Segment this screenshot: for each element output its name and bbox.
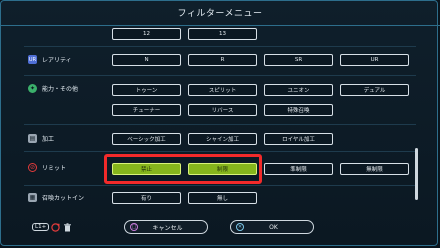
basic-finish-button[interactable]: ベーシック加工 xyxy=(112,133,181,145)
page-title: フィルターメニュー xyxy=(177,9,263,19)
cut-in-label: ▦ 召喚カットイン xyxy=(28,193,84,202)
limit-label-text: リミット xyxy=(42,165,67,172)
ability-row: ✦ 能力・その他 トゥーン スピリット ユニオン デュアル チューナー リバース… xyxy=(24,76,416,125)
ok-button[interactable]: ✕ OK xyxy=(230,220,314,234)
ability-label-text: 能力・その他 xyxy=(42,86,79,93)
square-button-icon: □ xyxy=(130,223,138,231)
unlimited-button[interactable]: 無制限 xyxy=(340,163,409,175)
royal-finish-button[interactable]: ロイヤル加工 xyxy=(264,133,333,145)
rarity-ur-button[interactable]: UR xyxy=(340,54,409,66)
rarity-icon: UR xyxy=(28,55,37,64)
processing-label: ▤ 加工 xyxy=(28,134,54,143)
card-finish-icon: ▤ xyxy=(28,134,37,143)
cancel-label: キャンセル xyxy=(152,224,183,232)
semi-limited-button[interactable]: 準制限 xyxy=(264,163,333,175)
processing-label-text: 加工 xyxy=(42,136,55,143)
limit-label: ⊘ リミット xyxy=(28,163,66,172)
flip-button[interactable]: リバース xyxy=(188,104,257,116)
cut-in-off-button[interactable]: 無し xyxy=(188,192,257,204)
cut-in-icon: ▦ xyxy=(28,193,37,202)
selection-highlight xyxy=(104,154,262,184)
cut-in-on-button[interactable]: 有り xyxy=(112,192,181,204)
tuner-button[interactable]: チューナー xyxy=(112,104,181,116)
trash-icon xyxy=(64,222,72,231)
cross-button-icon: ✕ xyxy=(236,223,244,231)
union-button[interactable]: ユニオン xyxy=(264,84,333,96)
rarity-r-button[interactable]: R xyxy=(188,54,257,66)
prohibited-icon: ⊘ xyxy=(28,163,37,172)
special-summon-button[interactable]: 特殊召喚 xyxy=(264,104,333,116)
ability-label: ✦ 能力・その他 xyxy=(28,84,78,93)
rarity-row: UR レアリティ N R SR UR xyxy=(24,47,416,76)
shine-finish-button[interactable]: シャイン加工 xyxy=(188,133,257,145)
gemini-button[interactable]: デュアル xyxy=(340,84,409,96)
spirit-button[interactable]: スピリット xyxy=(188,84,257,96)
level-12-button[interactable]: 12 xyxy=(112,28,181,40)
menu-header: フィルターメニュー xyxy=(0,0,440,26)
ability-icon: ✦ xyxy=(28,84,37,93)
rarity-label-text: レアリティ xyxy=(42,57,72,64)
footer-bar: L1+ □ キャンセル ✕ OK xyxy=(0,217,440,237)
cut-in-label-text: 召喚カットイン xyxy=(42,195,85,202)
cancel-button[interactable]: □ キャンセル xyxy=(124,220,208,234)
toon-button[interactable]: トゥーン xyxy=(112,84,181,96)
level-13-button[interactable]: 13 xyxy=(188,28,257,40)
level-row: 12 13 xyxy=(24,26,416,47)
cut-in-row: ▦ 召喚カットイン 有り 無し xyxy=(24,186,416,212)
rarity-sr-button[interactable]: SR xyxy=(264,54,333,66)
ok-label: OK xyxy=(269,223,278,231)
rarity-label: UR レアリティ xyxy=(28,55,72,64)
l1-shortcut[interactable]: L1+ xyxy=(32,221,76,233)
processing-row: ▤ 加工 ベーシック加工 シャイン加工 ロイヤル加工 xyxy=(24,125,416,152)
scrollbar[interactable] xyxy=(415,148,418,200)
l1-key: L1+ xyxy=(32,223,50,231)
rarity-n-button[interactable]: N xyxy=(112,54,181,66)
reset-icon xyxy=(51,222,60,232)
